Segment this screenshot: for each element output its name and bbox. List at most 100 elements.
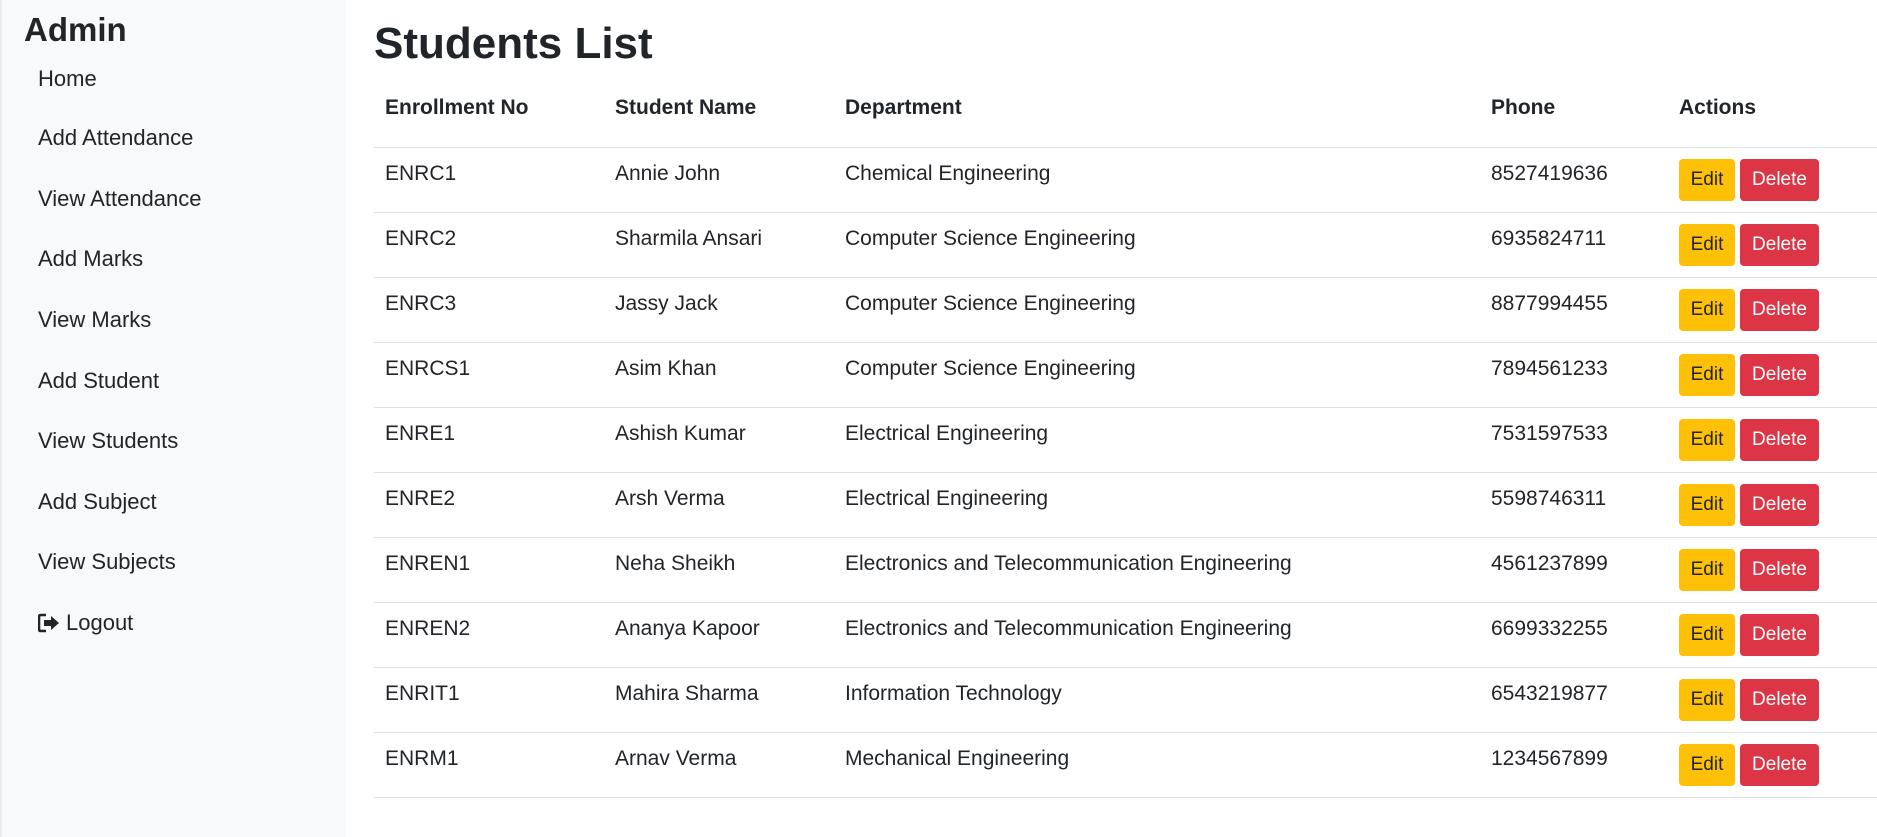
delete-button[interactable]: Delete: [1740, 613, 1819, 656]
header-phone: Phone: [1480, 90, 1668, 148]
cell-phone: 5598746311: [1480, 472, 1668, 538]
edit-button[interactable]: Edit: [1679, 223, 1735, 266]
cell-enrollment: ENRC1: [374, 147, 604, 213]
sidebar-title: Admin: [24, 11, 127, 48]
delete-button[interactable]: Delete: [1740, 418, 1819, 461]
delete-button[interactable]: Delete: [1740, 223, 1819, 266]
cell-actions: Edit Delete: [1668, 212, 1877, 278]
cell-actions: Edit Delete: [1668, 472, 1877, 538]
sidebar-item-view-marks[interactable]: View Marks: [24, 290, 346, 351]
cell-student-name: Arsh Verma: [604, 472, 834, 538]
cell-enrollment: ENRIT1: [374, 667, 604, 733]
logout-icon: [38, 613, 60, 633]
cell-enrollment: ENRCS1: [374, 342, 604, 408]
delete-button[interactable]: Delete: [1740, 548, 1819, 591]
sidebar-item-add-marks[interactable]: Add Marks: [24, 229, 346, 290]
sidebar-item-add-student[interactable]: Add Student: [24, 350, 346, 411]
header-student-name: Student Name: [604, 90, 834, 148]
cell-student-name: Jassy Jack: [604, 277, 834, 343]
edit-button[interactable]: Edit: [1679, 548, 1735, 591]
table-row: ENRC2 Sharmila Ansari Computer Science E…: [374, 212, 1877, 278]
cell-phone: 6699332255: [1480, 602, 1668, 668]
sidebar-item-logout[interactable]: Logout: [24, 593, 346, 654]
cell-phone: 6935824711: [1480, 212, 1668, 278]
edit-button[interactable]: Edit: [1679, 613, 1735, 656]
cell-actions: Edit Delete: [1668, 342, 1877, 408]
edit-button[interactable]: Edit: [1679, 418, 1735, 461]
edit-button[interactable]: Edit: [1679, 353, 1735, 396]
cell-enrollment: ENRM1: [374, 732, 604, 798]
cell-department: Computer Science Engineering: [834, 342, 1480, 408]
cell-enrollment: ENRC2: [374, 212, 604, 278]
cell-student-name: Mahira Sharma: [604, 667, 834, 733]
edit-button[interactable]: Edit: [1679, 483, 1735, 526]
cell-department: Electronics and Telecommunication Engine…: [834, 602, 1480, 668]
sidebar-item-add-subject[interactable]: Add Subject: [24, 472, 346, 533]
cell-enrollment: ENREN1: [374, 537, 604, 603]
cell-phone: 7894561233: [1480, 342, 1668, 408]
cell-actions: Edit Delete: [1668, 407, 1877, 473]
cell-phone: 6543219877: [1480, 667, 1668, 733]
delete-button[interactable]: Delete: [1740, 288, 1819, 331]
header-actions: Actions: [1668, 90, 1877, 148]
cell-student-name: Annie John: [604, 147, 834, 213]
table-row: ENRC1 Annie John Chemical Engineering 85…: [374, 147, 1877, 213]
cell-department: Computer Science Engineering: [834, 212, 1480, 278]
edit-button[interactable]: Edit: [1679, 678, 1735, 721]
logout-label: Logout: [66, 610, 134, 636]
cell-department: Computer Science Engineering: [834, 277, 1480, 343]
cell-department: Electronics and Telecommunication Engine…: [834, 537, 1480, 603]
table-row: ENRE1 Ashish Kumar Electrical Engineerin…: [374, 407, 1877, 473]
delete-button[interactable]: Delete: [1740, 158, 1819, 201]
cell-phone: 4561237899: [1480, 537, 1668, 603]
sidebar-nav: Home Add Attendance View Attendance Add …: [24, 66, 346, 653]
table-row: ENREN1 Neha Sheikh Electronics and Telec…: [374, 537, 1877, 603]
cell-enrollment: ENRE1: [374, 407, 604, 473]
cell-student-name: Ashish Kumar: [604, 407, 834, 473]
cell-actions: Edit Delete: [1668, 602, 1877, 668]
delete-button[interactable]: Delete: [1740, 483, 1819, 526]
cell-actions: Edit Delete: [1668, 537, 1877, 603]
page-title: Students List: [374, 19, 653, 68]
sidebar-item-view-students[interactable]: View Students: [24, 411, 346, 472]
cell-phone: 7531597533: [1480, 407, 1668, 473]
header-department: Department: [834, 90, 1480, 148]
cell-student-name: Neha Sheikh: [604, 537, 834, 603]
sidebar-item-view-attendance[interactable]: View Attendance: [24, 169, 346, 230]
sidebar-item-home[interactable]: Home: [24, 66, 346, 108]
cell-student-name: Ananya Kapoor: [604, 602, 834, 668]
edit-button[interactable]: Edit: [1679, 288, 1735, 331]
delete-button[interactable]: Delete: [1740, 678, 1819, 721]
cell-enrollment: ENRE2: [374, 472, 604, 538]
header-enrollment: Enrollment No: [374, 90, 604, 148]
main-content: Students List Enrollment No Student Name…: [346, 0, 1877, 837]
table-row: ENRC3 Jassy Jack Computer Science Engine…: [374, 277, 1877, 343]
table-header-row: Enrollment No Student Name Department Ph…: [374, 90, 1877, 148]
sidebar-item-add-attendance[interactable]: Add Attendance: [24, 108, 346, 169]
cell-enrollment: ENRC3: [374, 277, 604, 343]
sidebar-item-view-subjects[interactable]: View Subjects: [24, 532, 346, 593]
delete-button[interactable]: Delete: [1740, 353, 1819, 396]
cell-department: Electrical Engineering: [834, 407, 1480, 473]
cell-department: Mechanical Engineering: [834, 732, 1480, 798]
app-layout: Admin Home Add Attendance View Attendanc…: [0, 0, 1877, 837]
cell-phone: 1234567899: [1480, 732, 1668, 798]
cell-actions: Edit Delete: [1668, 277, 1877, 343]
cell-phone: 8877994455: [1480, 277, 1668, 343]
cell-department: Chemical Engineering: [834, 147, 1480, 213]
table-row: ENRIT1 Mahira Sharma Information Technol…: [374, 667, 1877, 733]
cell-department: Information Technology: [834, 667, 1480, 733]
cell-actions: Edit Delete: [1668, 147, 1877, 213]
cell-enrollment: ENREN2: [374, 602, 604, 668]
table-row: ENRM1 Arnav Verma Mechanical Engineering…: [374, 732, 1877, 798]
edit-button[interactable]: Edit: [1679, 743, 1735, 786]
edit-button[interactable]: Edit: [1679, 158, 1735, 201]
table-row: ENRCS1 Asim Khan Computer Science Engine…: [374, 342, 1877, 408]
students-table: Enrollment No Student Name Department Ph…: [374, 90, 1877, 798]
table-row: ENRE2 Arsh Verma Electrical Engineering …: [374, 472, 1877, 538]
cell-student-name: Arnav Verma: [604, 732, 834, 798]
cell-department: Electrical Engineering: [834, 472, 1480, 538]
cell-student-name: Sharmila Ansari: [604, 212, 834, 278]
table-row: ENREN2 Ananya Kapoor Electronics and Tel…: [374, 602, 1877, 668]
delete-button[interactable]: Delete: [1740, 743, 1819, 786]
